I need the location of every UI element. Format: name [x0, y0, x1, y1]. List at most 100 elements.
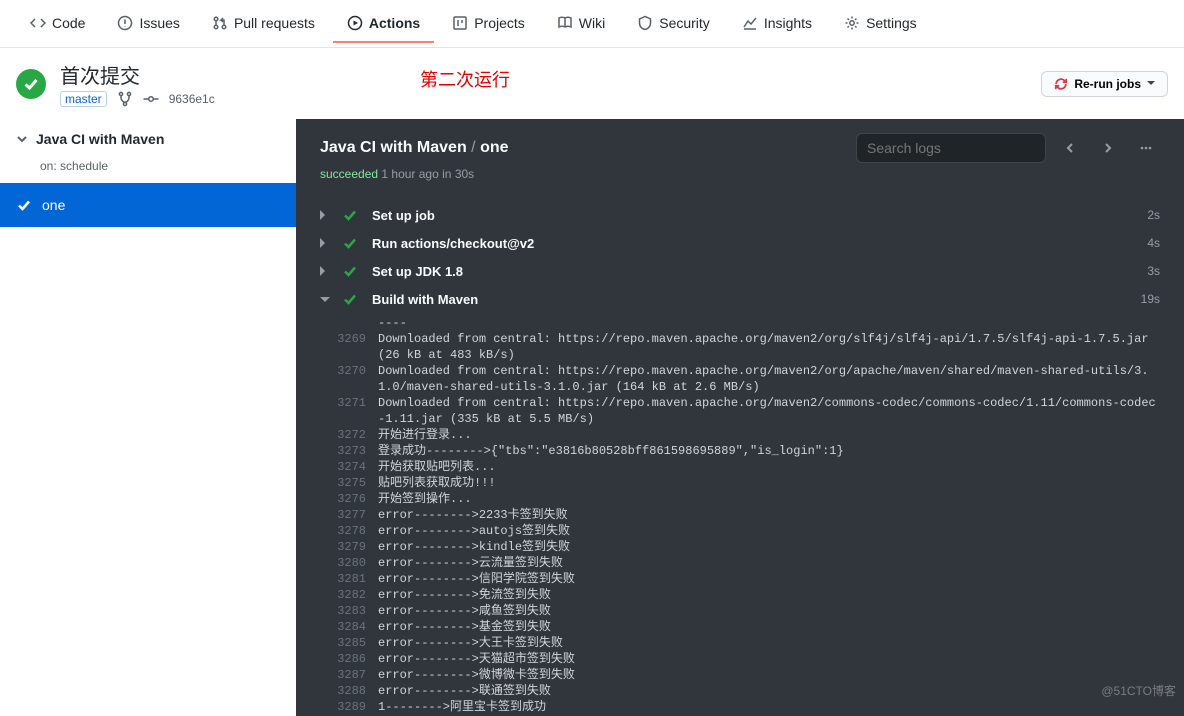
chevron-down-icon [320, 292, 328, 307]
step-name: Set up job [372, 208, 1133, 223]
check-icon [342, 235, 358, 251]
log-line-text: error-------->大王卡签到失败 [378, 635, 1160, 651]
job-breadcrumb-job: one [480, 139, 508, 156]
log-line-number: 3276 [336, 491, 378, 507]
workflow-collapse-toggle[interactable]: Java CI with Maven [0, 119, 296, 159]
log-output[interactable]: ----3269Downloaded from central: https:/… [296, 313, 1184, 716]
log-line-number: 3279 [336, 539, 378, 555]
tab-issues-label: Issues [139, 15, 179, 31]
tab-code-label: Code [52, 15, 85, 31]
step-row[interactable]: Set up JDK 1.83s [296, 257, 1184, 285]
step-name: Build with Maven [372, 292, 1127, 307]
repo-nav: Code Issues Pull requests Actions Projec… [0, 0, 1184, 48]
log-line: 3286error-------->天猫超市签到失败 [336, 651, 1160, 667]
step-row[interactable]: Set up job2s [296, 201, 1184, 229]
kebab-menu-button[interactable] [1132, 134, 1160, 162]
log-line: 3271Downloaded from central: https://rep… [336, 395, 1160, 427]
log-line-text: 1-------->阿里宝卡签到成功 [378, 699, 1160, 715]
chevron-right-icon [320, 208, 328, 223]
tab-settings-label: Settings [866, 15, 917, 31]
log-line-text: error-------->云流量签到失败 [378, 555, 1160, 571]
log-line: 3281error-------->信阳学院签到失败 [336, 571, 1160, 587]
prev-step-button[interactable] [1056, 134, 1084, 162]
log-line-text: error-------->咸鱼签到失败 [378, 603, 1160, 619]
gear-icon [844, 15, 860, 31]
shield-icon [637, 15, 653, 31]
log-line: 3275贴吧列表获取成功!!! [336, 475, 1160, 491]
commit-sha[interactable]: 9636e1c [169, 92, 215, 106]
step-row[interactable]: Build with Maven 19s [296, 285, 1184, 313]
log-line-number: 3275 [336, 475, 378, 491]
step-row[interactable]: Run actions/checkout@v2 4s [296, 229, 1184, 257]
tab-projects[interactable]: Projects [438, 5, 539, 43]
log-line: 3280error-------->云流量签到失败 [336, 555, 1160, 571]
issue-icon [117, 15, 133, 31]
log-line-text: 开始签到操作... [378, 491, 1160, 507]
search-logs-input[interactable] [856, 133, 1046, 163]
log-line-text: 登录成功-------->{"tbs":"e3816b80528bff86159… [378, 443, 1160, 459]
job-breadcrumb-workflow: Java CI with Maven [320, 139, 467, 156]
tab-insights-label: Insights [764, 15, 812, 31]
rerun-jobs-label: Re-run jobs [1074, 77, 1141, 91]
tab-insights[interactable]: Insights [728, 5, 826, 43]
step-duration: 19s [1141, 292, 1160, 306]
log-line-number [336, 315, 378, 331]
log-line: 3273登录成功-------->{"tbs":"e3816b80528bff8… [336, 443, 1160, 459]
editorial-annotation: 第二次运行 [420, 66, 510, 92]
log-line-text: 开始进行登录... [378, 427, 1160, 443]
tab-actions[interactable]: Actions [333, 5, 434, 43]
tab-wiki[interactable]: Wiki [543, 5, 619, 43]
log-line-number: 3288 [336, 683, 378, 699]
rerun-jobs-button[interactable]: Re-run jobs [1041, 71, 1168, 97]
check-icon [342, 263, 358, 279]
log-line-text: error-------->天猫超市签到失败 [378, 651, 1160, 667]
log-line-text: error-------->kindle签到失败 [378, 539, 1160, 555]
tab-security[interactable]: Security [623, 5, 724, 43]
log-line-text: error-------->autojs签到失败 [378, 523, 1160, 539]
job-status-line: succeeded 1 hour ago in 30s [296, 167, 1184, 195]
step-name: Run actions/checkout@v2 [372, 236, 1133, 251]
log-line-number: 3269 [336, 331, 378, 363]
code-icon [30, 15, 46, 31]
log-line-text: Downloaded from central: https://repo.ma… [378, 363, 1160, 395]
log-line: 3285error-------->大王卡签到失败 [336, 635, 1160, 651]
tab-pull-requests[interactable]: Pull requests [198, 5, 329, 43]
sync-icon [1054, 77, 1068, 91]
log-line-number: 3283 [336, 603, 378, 619]
play-icon [347, 15, 363, 31]
log-line-number: 3280 [336, 555, 378, 571]
workflow-name: Java CI with Maven [36, 131, 164, 147]
book-icon [557, 15, 573, 31]
tab-code[interactable]: Code [16, 5, 99, 43]
branch-pill[interactable]: master [60, 91, 107, 107]
check-icon [342, 291, 358, 307]
sidebar-job-one[interactable]: one [0, 183, 296, 227]
log-line: 3274开始获取贴吧列表... [336, 459, 1160, 475]
check-icon [342, 207, 358, 223]
log-line-number: 3270 [336, 363, 378, 395]
step-duration: 3s [1147, 264, 1160, 278]
next-step-button[interactable] [1094, 134, 1122, 162]
tab-actions-label: Actions [369, 15, 420, 31]
log-line-number: 3282 [336, 587, 378, 603]
log-line-text: error-------->联通签到失败 [378, 683, 1160, 699]
job-status: succeeded [320, 167, 378, 181]
step-duration: 4s [1147, 236, 1160, 250]
workflow-trigger-label: on: [40, 159, 57, 173]
job-log-panel: Java CI with Maven / one succeeded 1 hou… [296, 119, 1184, 716]
job-duration: 30s [455, 167, 474, 181]
log-line: 3277error-------->2233卡签到失败 [336, 507, 1160, 523]
chevron-down-icon [16, 133, 28, 145]
log-line-number: 3284 [336, 619, 378, 635]
graph-icon [742, 15, 758, 31]
tab-settings[interactable]: Settings [830, 5, 931, 43]
tab-issues[interactable]: Issues [103, 5, 193, 43]
log-line-number: 3281 [336, 571, 378, 587]
workflow-icon [117, 91, 133, 107]
log-line: 3288error-------->联通签到失败 [336, 683, 1160, 699]
log-line-number: 3287 [336, 667, 378, 683]
log-line: 3276开始签到操作... [336, 491, 1160, 507]
log-line-text: error-------->免流签到失败 [378, 587, 1160, 603]
tab-security-label: Security [659, 15, 710, 31]
workflow-trigger-value: schedule [60, 159, 108, 173]
